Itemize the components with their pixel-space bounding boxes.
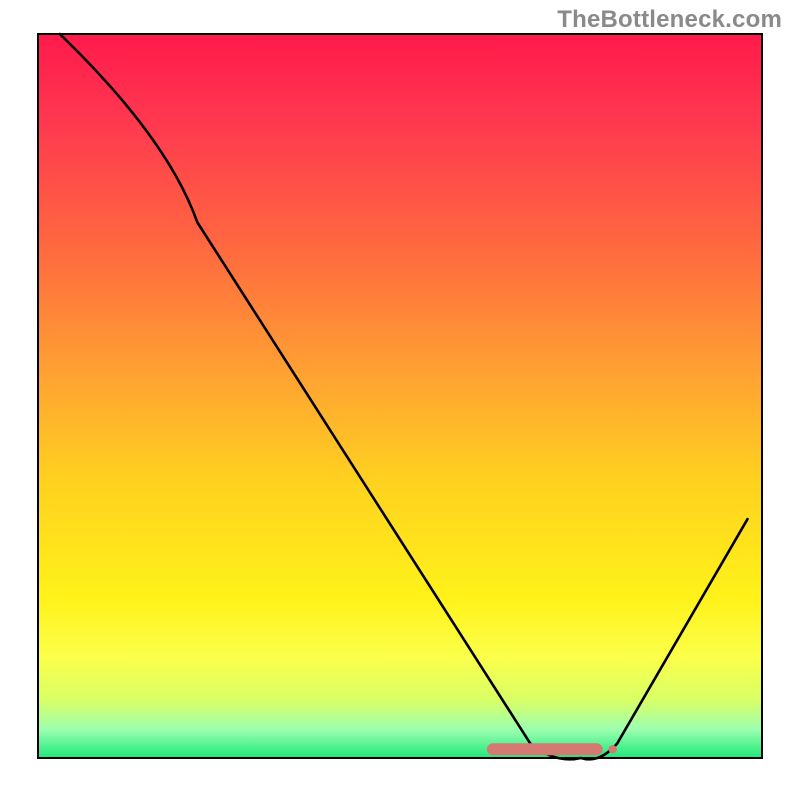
optimal-marker-dot [609, 745, 617, 753]
plot-background [38, 34, 762, 758]
attribution-text: TheBottleneck.com [557, 6, 782, 34]
chart-frame: TheBottleneck.com [0, 0, 800, 800]
bottleneck-chart [0, 0, 800, 800]
optimal-marker [487, 743, 603, 755]
